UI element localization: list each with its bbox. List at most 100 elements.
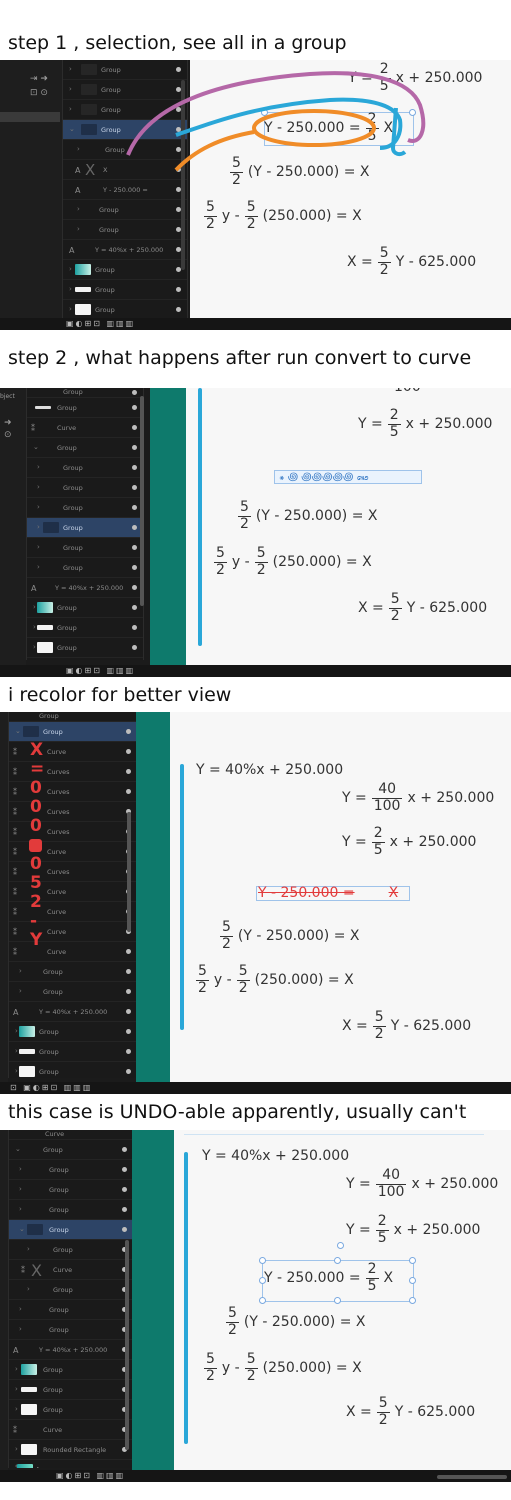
layer-row[interactable]: › Group <box>9 1400 133 1420</box>
layer-row-bg[interactable]: ⁑bg <box>27 658 143 660</box>
expand-chevron-icon[interactable]: › <box>33 623 36 631</box>
expand-chevron-icon[interactable]: ⌄ <box>19 1225 25 1233</box>
layer-row-selected[interactable]: ⌄ Group <box>9 1220 133 1240</box>
visibility-dot-icon[interactable] <box>132 405 137 410</box>
visibility-dot-icon[interactable] <box>122 1147 127 1152</box>
layer-row[interactable]: › Group <box>27 478 143 498</box>
resize-handle[interactable] <box>334 1297 341 1304</box>
layer-row[interactable]: › Group <box>9 1160 133 1180</box>
resize-handle[interactable] <box>409 1297 416 1304</box>
expand-chevron-icon[interactable]: › <box>77 145 80 153</box>
property-field[interactable] <box>0 112 60 122</box>
layer-tools-icons[interactable]: ▣◐⊞⊡ ▥▥▥ <box>66 666 135 675</box>
layer-row[interactable]: ⁑ Curve <box>9 942 137 962</box>
expand-chevron-icon[interactable]: › <box>15 1047 18 1055</box>
layer-row[interactable]: › Group <box>9 1380 133 1400</box>
visibility-dot-icon[interactable] <box>176 307 181 312</box>
layer-row[interactable]: A Y - 250.000 = <box>63 180 187 200</box>
expand-chevron-icon[interactable]: › <box>15 1365 18 1373</box>
canvas-hscroll[interactable] <box>437 1475 507 1479</box>
layer-row[interactable]: Group <box>27 398 143 418</box>
layer-row[interactable]: › Group <box>63 100 187 120</box>
visibility-dot-icon[interactable] <box>126 769 131 774</box>
visibility-dot-icon[interactable] <box>126 789 131 794</box>
layer-row[interactable]: ⁑ Curves <box>9 822 137 842</box>
layer-row[interactable]: › Group <box>9 1062 137 1078</box>
expand-chevron-icon[interactable]: › <box>19 967 22 975</box>
expand-chevron-icon[interactable]: ⌄ <box>15 727 21 735</box>
layer-row-selected[interactable]: › Group <box>27 518 143 538</box>
expand-chevron-icon[interactable]: › <box>15 1027 18 1035</box>
arrow-icon[interactable]: ➜ <box>4 418 12 428</box>
visibility-dot-icon[interactable] <box>126 989 131 994</box>
layer-row[interactable]: › Rounded Rectangle <box>9 1440 133 1460</box>
expand-chevron-icon[interactable]: › <box>37 503 40 511</box>
expand-chevron-icon[interactable]: › <box>69 65 72 73</box>
layer-row[interactable]: › Group <box>9 1240 133 1260</box>
expand-chevron-icon[interactable]: › <box>69 285 72 293</box>
transform-icon[interactable]: ⊡ ⊙ <box>30 88 48 98</box>
layer-row[interactable]: ⁑ Curves <box>9 802 137 822</box>
visibility-dot-icon[interactable] <box>132 585 137 590</box>
expand-chevron-icon[interactable]: › <box>33 603 36 611</box>
layer-row[interactable]: › Group <box>9 1280 133 1300</box>
visibility-dot-icon[interactable] <box>132 390 137 395</box>
visibility-dot-icon[interactable] <box>132 485 137 490</box>
layer-row[interactable]: › Group <box>9 1022 137 1042</box>
expand-chevron-icon[interactable]: ⌄ <box>15 1145 21 1153</box>
layer-row[interactable]: A Y = 40%x + 250.000 <box>9 1340 133 1360</box>
expand-chevron-icon[interactable]: › <box>19 1165 22 1173</box>
expand-chevron-icon[interactable]: › <box>37 463 40 471</box>
visibility-dot-icon[interactable] <box>176 67 181 72</box>
layer-row[interactable]: ⁑ Curve <box>27 418 143 438</box>
layer-row[interactable]: ⁑ Curves <box>9 862 137 882</box>
layer-row[interactable]: › Group <box>9 1180 133 1200</box>
layer-row[interactable]: ⁑ Curve <box>9 922 137 942</box>
layer-row[interactable]: › Group <box>63 80 187 100</box>
layer-row[interactable]: Curve <box>9 1130 133 1140</box>
expand-chevron-icon[interactable]: › <box>69 305 72 313</box>
expand-chevron-icon[interactable]: › <box>19 1305 22 1313</box>
expand-chevron-icon[interactable]: › <box>77 225 80 233</box>
layer-row[interactable]: › Group <box>9 962 137 982</box>
layer-row[interactable]: › Group <box>9 1300 133 1320</box>
expand-chevron-icon[interactable]: ⌄ <box>33 443 39 451</box>
expand-chevron-icon[interactable]: › <box>19 1205 22 1213</box>
layer-row[interactable]: A Y = 40%x + 250.000 <box>9 1002 137 1022</box>
layer-row[interactable]: ⌄ Group <box>9 1140 133 1160</box>
layer-row[interactable]: › Group <box>63 280 187 300</box>
expand-chevron-icon[interactable]: › <box>27 1245 30 1253</box>
layer-row[interactable]: ⁑ Curve <box>9 742 137 762</box>
visibility-dot-icon[interactable] <box>126 749 131 754</box>
layer-row[interactable]: AXX <box>63 160 187 180</box>
visibility-dot-icon[interactable] <box>132 545 137 550</box>
expand-chevron-icon[interactable]: › <box>37 523 40 531</box>
layer-row[interactable]: ⁑ Curve <box>9 882 137 902</box>
visibility-dot-icon[interactable] <box>126 729 131 734</box>
layer-row-bg[interactable]: ⁑bg <box>9 1460 133 1468</box>
layers-scrollbar[interactable] <box>125 1240 129 1450</box>
visibility-dot-icon[interactable] <box>132 605 137 610</box>
visibility-dot-icon[interactable] <box>126 949 131 954</box>
layer-row[interactable]: A Y = 40%x + 250.000 <box>27 578 143 598</box>
visibility-dot-icon[interactable] <box>176 287 181 292</box>
resize-handle[interactable] <box>409 109 416 116</box>
layer-row[interactable]: ⁑ X Curve <box>9 1260 133 1280</box>
layer-row[interactable]: Group <box>9 712 137 722</box>
expand-chevron-icon[interactable]: › <box>77 205 80 213</box>
layer-row-selected[interactable]: ⌄ Group <box>63 120 187 140</box>
layer-tools-icons[interactable]: ▣◐⊞⊡ ▥▥▥ <box>56 1471 125 1480</box>
expand-chevron-icon[interactable]: › <box>27 1285 30 1293</box>
resize-handle[interactable] <box>409 1257 416 1264</box>
expand-chevron-icon[interactable]: › <box>15 1445 18 1453</box>
layer-row[interactable]: Group <box>27 388 143 398</box>
layer-row[interactable]: › Group <box>27 538 143 558</box>
layer-row[interactable]: ⁑ Curves <box>9 782 137 802</box>
visibility-dot-icon[interactable] <box>132 525 137 530</box>
visibility-dot-icon[interactable] <box>126 1029 131 1034</box>
expand-chevron-icon[interactable]: › <box>33 643 36 651</box>
layer-row[interactable]: › Group <box>63 60 187 80</box>
layer-tools-icons[interactable]: ⊡ ▣◐⊞⊡ ▥▥▥ <box>10 1083 92 1092</box>
expand-chevron-icon[interactable]: › <box>19 987 22 995</box>
transform-icon[interactable]: ⊙ <box>4 430 12 440</box>
